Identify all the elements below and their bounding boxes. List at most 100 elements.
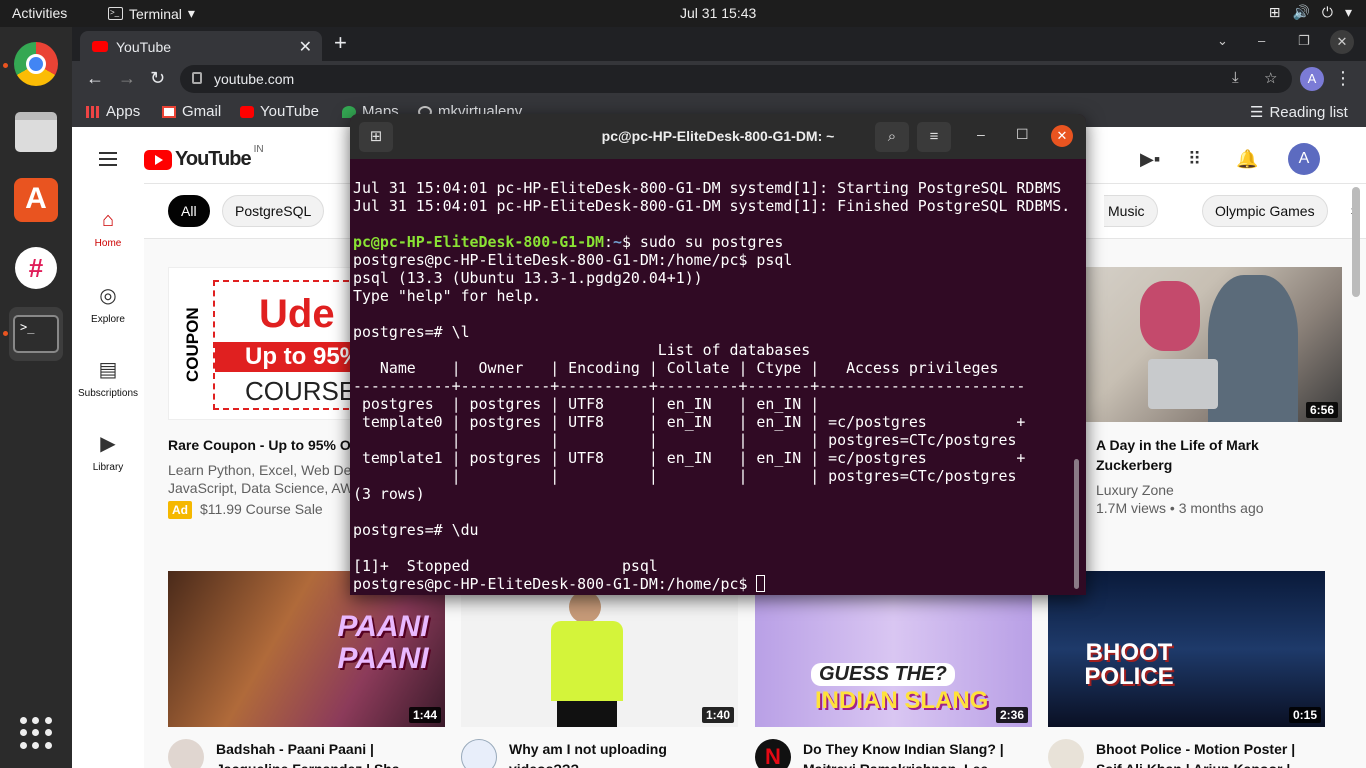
network-icon: ⊞ [1268, 4, 1281, 20]
thumbnail-text: GUESS THE? [811, 663, 955, 686]
terminal-output[interactable]: Jul 31 15:04:01 pc-HP-EliteDesk-800-G1-D… [353, 179, 1075, 593]
terminal-line: Name | Owner | Encoding | Collate | Ctyp… [353, 359, 1075, 377]
video-duration: 1:40 [701, 707, 734, 723]
apps-grid-icon[interactable]: ⠿ [1188, 149, 1201, 170]
channel-name[interactable]: Luxury Zone [1096, 481, 1174, 499]
dock-files[interactable] [9, 105, 63, 159]
video-thumbnail-bhoot[interactable]: BHOOT POLICE 0:15 [1048, 571, 1325, 727]
thumbnail-figure [551, 621, 623, 701]
app-menu-label: Terminal [129, 5, 182, 22]
terminal-line-text: | | | | | postgres=CTc/postgres [353, 467, 1017, 485]
hamburger-menu-icon[interactable]: ≡ [917, 122, 951, 152]
terminal-line: | | | | | postgres=CTc/postgres [353, 467, 1075, 485]
ad-description: JavaScript, Data Science, AWS [168, 480, 363, 496]
youtube-logo[interactable]: YouTube IN [144, 144, 264, 171]
notifications-bell-icon[interactable]: 🔔 [1236, 149, 1258, 170]
close-window-button[interactable]: ✕ [1330, 30, 1354, 54]
terminal-line: psql (13.3 (Ubuntu 13.3-1.pgdg20.04+1)) [353, 269, 1075, 287]
chrome-toolbar: ← → ↻ youtube.com ⤓ ☆ A ⋮ [72, 61, 1366, 97]
forward-button[interactable]: → [118, 68, 136, 89]
terminal-icon: >_ [13, 315, 59, 353]
search-icon[interactable]: ⌕ [875, 122, 909, 152]
terminal-line-text: (3 rows) [353, 485, 425, 503]
video-title-line2[interactable]: Jacqueline Fernandez | Sha [216, 759, 400, 768]
video-title[interactable]: A Day in the Life of Mark Zuckerberg [1096, 435, 1276, 475]
udemy-logo-text: Ude [259, 292, 335, 336]
compass-icon: ◎ [99, 285, 117, 307]
terminal-line-text: | | | | | postgres=CTc/postgres [353, 431, 1017, 449]
dock-chrome[interactable] [9, 37, 63, 91]
terminal-line: Jul 31 15:04:01 pc-HP-EliteDesk-800-G1-D… [353, 179, 1075, 197]
terminal-line: postgres | postgres | UTF8 | en_IN | en_… [353, 395, 1075, 413]
chip-postgresql[interactable]: PostgreSQL [222, 195, 325, 227]
terminal-title: pc@pc-HP-EliteDesk-800-G1-DM: ~ [601, 128, 835, 144]
dock-software[interactable]: A [9, 173, 63, 227]
video-title[interactable]: Bhoot Police - Motion Poster | [1096, 739, 1295, 759]
chip-olympic-games[interactable]: Olympic Games [1202, 195, 1328, 227]
new-tab-button[interactable]: + [334, 32, 347, 54]
reading-list-button[interactable]: ☰ Reading list [1250, 103, 1348, 122]
create-video-icon[interactable]: ▶▪ [1140, 149, 1160, 170]
video-title-line2[interactable]: Saif Ali Khan | Arjun Kapoor | [1096, 759, 1290, 768]
clock[interactable]: Jul 31 15:43 [680, 5, 756, 21]
home-icon: ⌂ [101, 209, 115, 231]
guide-item-explore[interactable]: ◎ Explore [72, 283, 144, 325]
guide-item-library[interactable]: ▶ Library [72, 431, 144, 473]
hamburger-menu-icon[interactable] [99, 152, 117, 170]
system-tray[interactable]: ⊞ 🔊 ⏻ ▾ [1269, 4, 1352, 21]
minimize-button[interactable]: – [1258, 33, 1265, 48]
dock-terminal[interactable]: >_ [9, 307, 63, 361]
profile-avatar[interactable]: A [1300, 67, 1324, 91]
channel-avatar[interactable] [461, 739, 497, 768]
page-scrollbar[interactable] [1352, 187, 1360, 297]
ad-price: $11.99 Course Sale [200, 501, 323, 517]
minimize-button[interactable]: – [977, 126, 985, 142]
address-bar[interactable]: youtube.com ⤓ ☆ [180, 65, 1292, 93]
bookmark-gmail[interactable]: Gmail [162, 103, 221, 120]
tab-search-icon[interactable]: ⌄ [1217, 33, 1228, 49]
install-app-icon[interactable]: ⤓ [1232, 69, 1239, 86]
prompt-separator: : [604, 233, 613, 251]
thumbnail-text: BHOOT POLICE [1084, 639, 1174, 690]
terminal-line-text: template0 | postgres | UTF8 | en_IN | en… [353, 413, 1026, 431]
terminal-line-text: Jul 31 15:04:01 pc-HP-EliteDesk-800-G1-D… [353, 197, 1071, 215]
bookmark-youtube[interactable]: YouTube [240, 103, 319, 120]
video-title[interactable]: Do They Know Indian Slang? | [803, 739, 1004, 759]
app-menu[interactable]: >_ Terminal ▾ [108, 5, 195, 22]
chip-all[interactable]: All [168, 195, 210, 227]
close-button[interactable]: ✕ [1051, 125, 1073, 147]
reload-button[interactable]: ↻ [150, 68, 165, 89]
guide-item-subscriptions[interactable]: ▤ Subscriptions [72, 357, 144, 399]
chip-music[interactable]: Music [1104, 195, 1158, 227]
bookmark-star-icon[interactable]: ☆ [1264, 69, 1277, 87]
show-applications-icon[interactable] [20, 717, 52, 749]
terminal-line-text: postgres=# \du [353, 521, 479, 539]
account-avatar[interactable]: A [1288, 143, 1320, 175]
netflix-channel-icon[interactable]: N [755, 739, 791, 768]
channel-avatar[interactable] [1048, 739, 1084, 768]
video-title-line2[interactable]: videos??? [509, 759, 579, 768]
text-cursor [756, 575, 766, 592]
terminal-line-text: Name | Owner | Encoding | Collate | Ctyp… [353, 359, 999, 377]
terminal-line-text: postgres@pc-HP-EliteDesk-800-G1-DM:/home… [353, 251, 793, 269]
tab-youtube[interactable]: YouTube ✕ [80, 31, 322, 61]
maximize-button[interactable]: ☐ [1016, 126, 1029, 143]
video-title[interactable]: Why am I not uploading [509, 739, 667, 759]
guide-label: Explore [91, 314, 125, 325]
video-title-line2[interactable]: Maitreyi Ramakrishnan, Lee [803, 759, 988, 768]
thumbnail-figure [1208, 275, 1298, 422]
close-icon[interactable]: ✕ [299, 37, 312, 57]
channel-avatar[interactable] [168, 739, 204, 768]
back-button[interactable]: ← [86, 68, 104, 89]
video-title[interactable]: Rare Coupon - Up to 95% Off [168, 435, 360, 455]
activities-button[interactable]: Activities [12, 5, 67, 21]
guide-item-home[interactable]: ⌂ Home [72, 209, 144, 249]
chrome-menu-icon[interactable]: ⋮ [1334, 68, 1352, 89]
video-thumbnail-zuckerberg[interactable]: 6:56 [1048, 267, 1342, 422]
video-title[interactable]: Badshah - Paani Paani | [216, 739, 374, 759]
bookmark-apps[interactable]: Apps [86, 103, 140, 120]
dock-slack[interactable]: # [9, 241, 63, 295]
terminal-scrollbar[interactable] [1074, 459, 1079, 589]
maximize-button[interactable]: ❐ [1298, 33, 1310, 49]
